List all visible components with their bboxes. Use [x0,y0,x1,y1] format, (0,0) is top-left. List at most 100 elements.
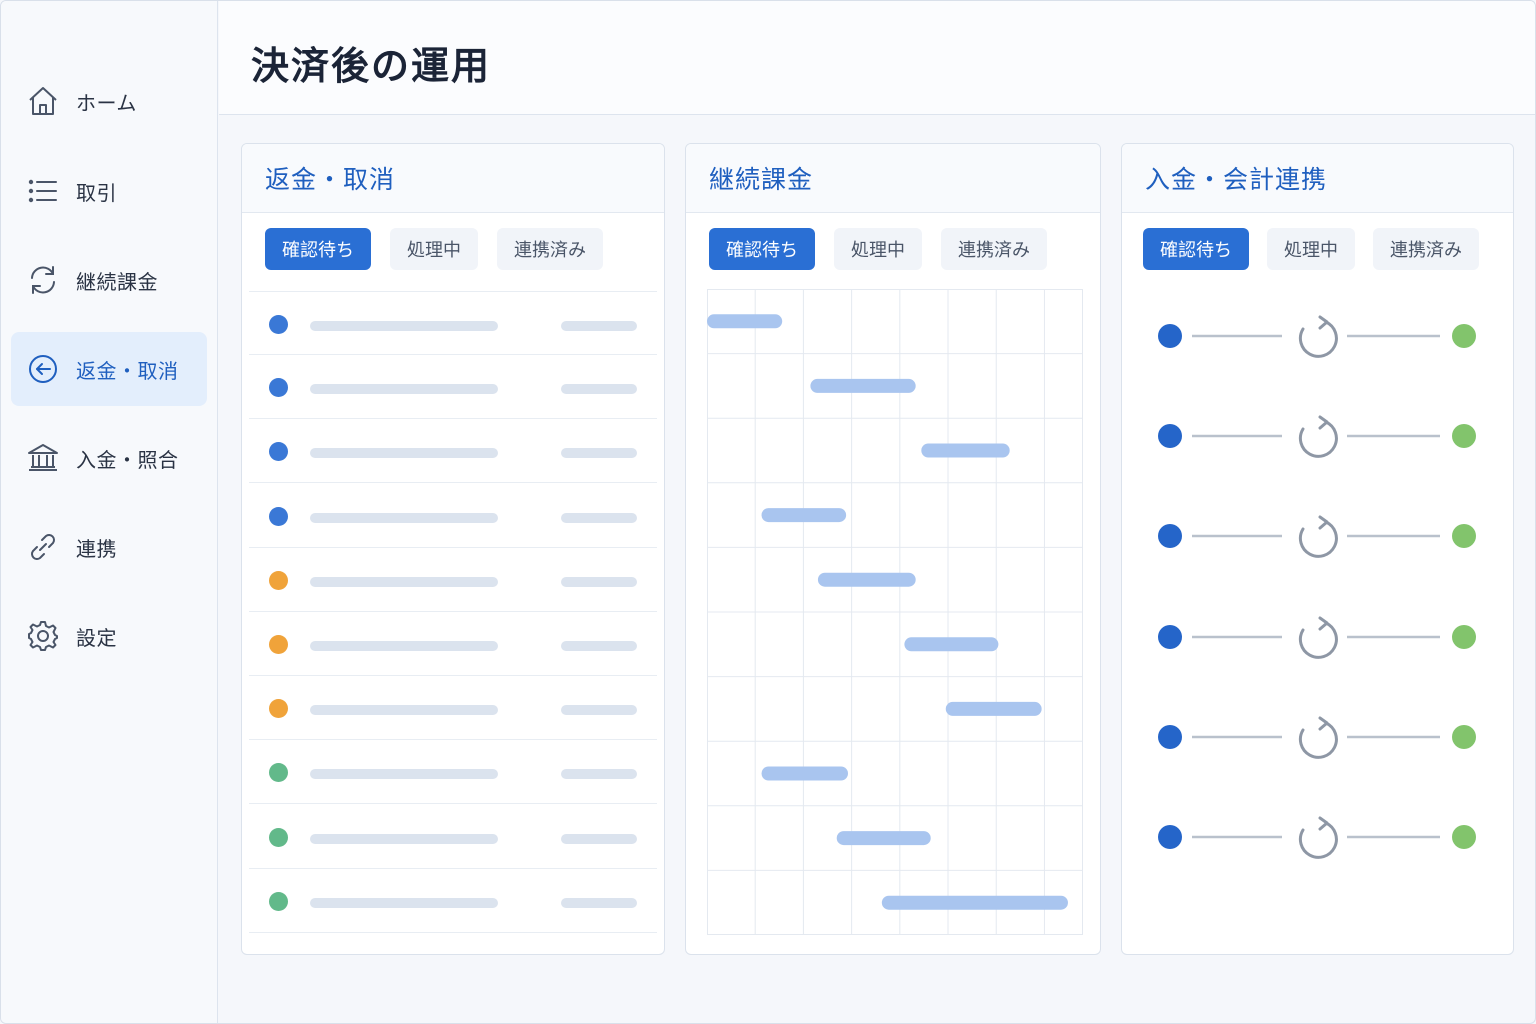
gantt-bar[interactable] [761,766,848,781]
text-placeholder [310,705,498,716]
sync-arrowhead [1318,816,1329,831]
value-placeholder [561,641,637,651]
sync-flow-row[interactable] [1156,414,1478,458]
sidebar-item-settings[interactable]: 設定 [11,599,207,673]
sidebar-item-refund[interactable]: 返金・取消 [11,332,207,406]
text-placeholder [310,512,498,523]
text-placeholder [310,448,498,459]
status-dot [269,827,288,847]
sidebar: ホーム 取引 継続課金 返金・取消 入金・照合 連携 設定 [1,1,218,1023]
gantt-bar[interactable] [904,637,999,652]
gantt-bar[interactable] [836,831,931,846]
sync-flow-row[interactable] [1156,514,1478,559]
list-item[interactable] [249,419,657,484]
sync-arrowhead [1318,716,1329,731]
sync-flow-row[interactable] [1156,314,1478,358]
list-item[interactable] [249,355,657,420]
sidebar-item-label: 設定 [76,625,117,650]
sidebar-item-label: ホーム [76,90,137,115]
gantt-bar[interactable] [810,378,916,393]
bank-icon [25,440,61,476]
tab-processing[interactable]: 処理中 [1267,228,1355,270]
tab-processing[interactable]: 処理中 [390,228,478,270]
status-dot [269,891,288,911]
sidebar-item-transactions[interactable]: 取引 [11,154,207,228]
sync-arrowhead [1318,616,1329,631]
sync-flow-row[interactable] [1156,715,1478,759]
tab-synced[interactable]: 連携済み [1373,228,1479,270]
sync-arrowhead [1318,315,1329,330]
sync-icon [1298,320,1338,358]
subscription-panel: 継続課金 確認待ち 処理中 連携済み [685,143,1101,955]
value-placeholder [561,384,637,395]
sync-flow-row[interactable] [1156,615,1478,659]
tab-processing[interactable]: 処理中 [834,228,922,270]
list-item[interactable] [249,805,657,869]
gantt-bar[interactable] [761,508,847,523]
text-placeholder [310,384,498,395]
flow-end-dot [1452,424,1476,449]
flow-start-dot [1158,624,1182,649]
tab-pending[interactable]: 確認待ち [709,228,815,270]
arrow-left-circle-icon [25,351,61,387]
list-item[interactable] [249,291,657,355]
text-placeholder [310,769,498,780]
text-placeholder [310,321,498,331]
value-placeholder [561,897,637,908]
list-item[interactable] [249,740,657,805]
list-item[interactable] [249,612,657,676]
tab-synced[interactable]: 連携済み [497,228,603,270]
flow-end-dot [1452,724,1476,749]
tab-pending[interactable]: 確認待ち [265,228,371,270]
status-dot [269,635,288,654]
sync-flow-graphic [1158,716,1476,759]
status-tabs: 確認待ち 処理中 連携済み [265,228,603,270]
status-dot [269,570,288,590]
list-item[interactable] [249,484,657,548]
gantt-bar[interactable] [881,895,1068,910]
sidebar-item-payout[interactable]: 入金・照合 [11,421,207,495]
subscription-timeline [707,289,1083,935]
text-placeholder [310,576,498,587]
sidebar-item-label: 入金・照合 [76,447,179,472]
list-item[interactable] [249,869,657,933]
sync-icon [1298,621,1338,659]
flow-start-dot [1158,825,1182,849]
sync-icon [1298,721,1338,759]
gantt-bar[interactable] [817,572,916,587]
sidebar-item-label: 連携 [76,536,117,561]
gantt-bar[interactable] [945,701,1042,716]
sidebar-item-home[interactable]: ホーム [11,64,207,138]
panel-title: 入金・会計連携 [1145,165,1328,194]
list-item[interactable] [249,548,657,612]
sync-flow-row[interactable] [1156,815,1478,859]
sidebar-item-label: 返金・取消 [76,358,179,383]
status-dot [269,699,288,719]
sidebar-item-label: 取引 [76,180,117,205]
sync-arrowhead [1318,415,1329,430]
tab-pending[interactable]: 確認待ち [1143,228,1249,270]
sidebar-item-integration[interactable]: 連携 [11,510,207,584]
flow-end-dot [1452,624,1476,649]
value-placeholder [561,512,637,523]
value-placeholder [561,833,637,844]
gantt-bar[interactable] [707,314,783,329]
sync-flow-graphic [1158,415,1476,458]
tab-synced[interactable]: 連携済み [941,228,1047,270]
flow-start-dot [1158,324,1182,348]
value-placeholder [561,576,637,587]
flow-start-dot [1158,724,1182,749]
panel-header: 継続課金 [686,144,1100,213]
sync-icon [1298,420,1338,458]
flow-end-dot [1452,825,1476,849]
panel-header: 入金・会計連携 [1122,144,1513,213]
status-dot [269,378,288,398]
flow-end-dot [1452,324,1476,348]
list-item[interactable] [249,676,657,741]
gantt-bar[interactable] [921,443,1010,458]
gear-icon [25,618,61,654]
text-placeholder [310,833,498,844]
flow-start-dot [1158,424,1182,449]
sidebar-item-subscription[interactable]: 継続課金 [11,243,207,317]
flow-start-dot [1158,524,1182,549]
